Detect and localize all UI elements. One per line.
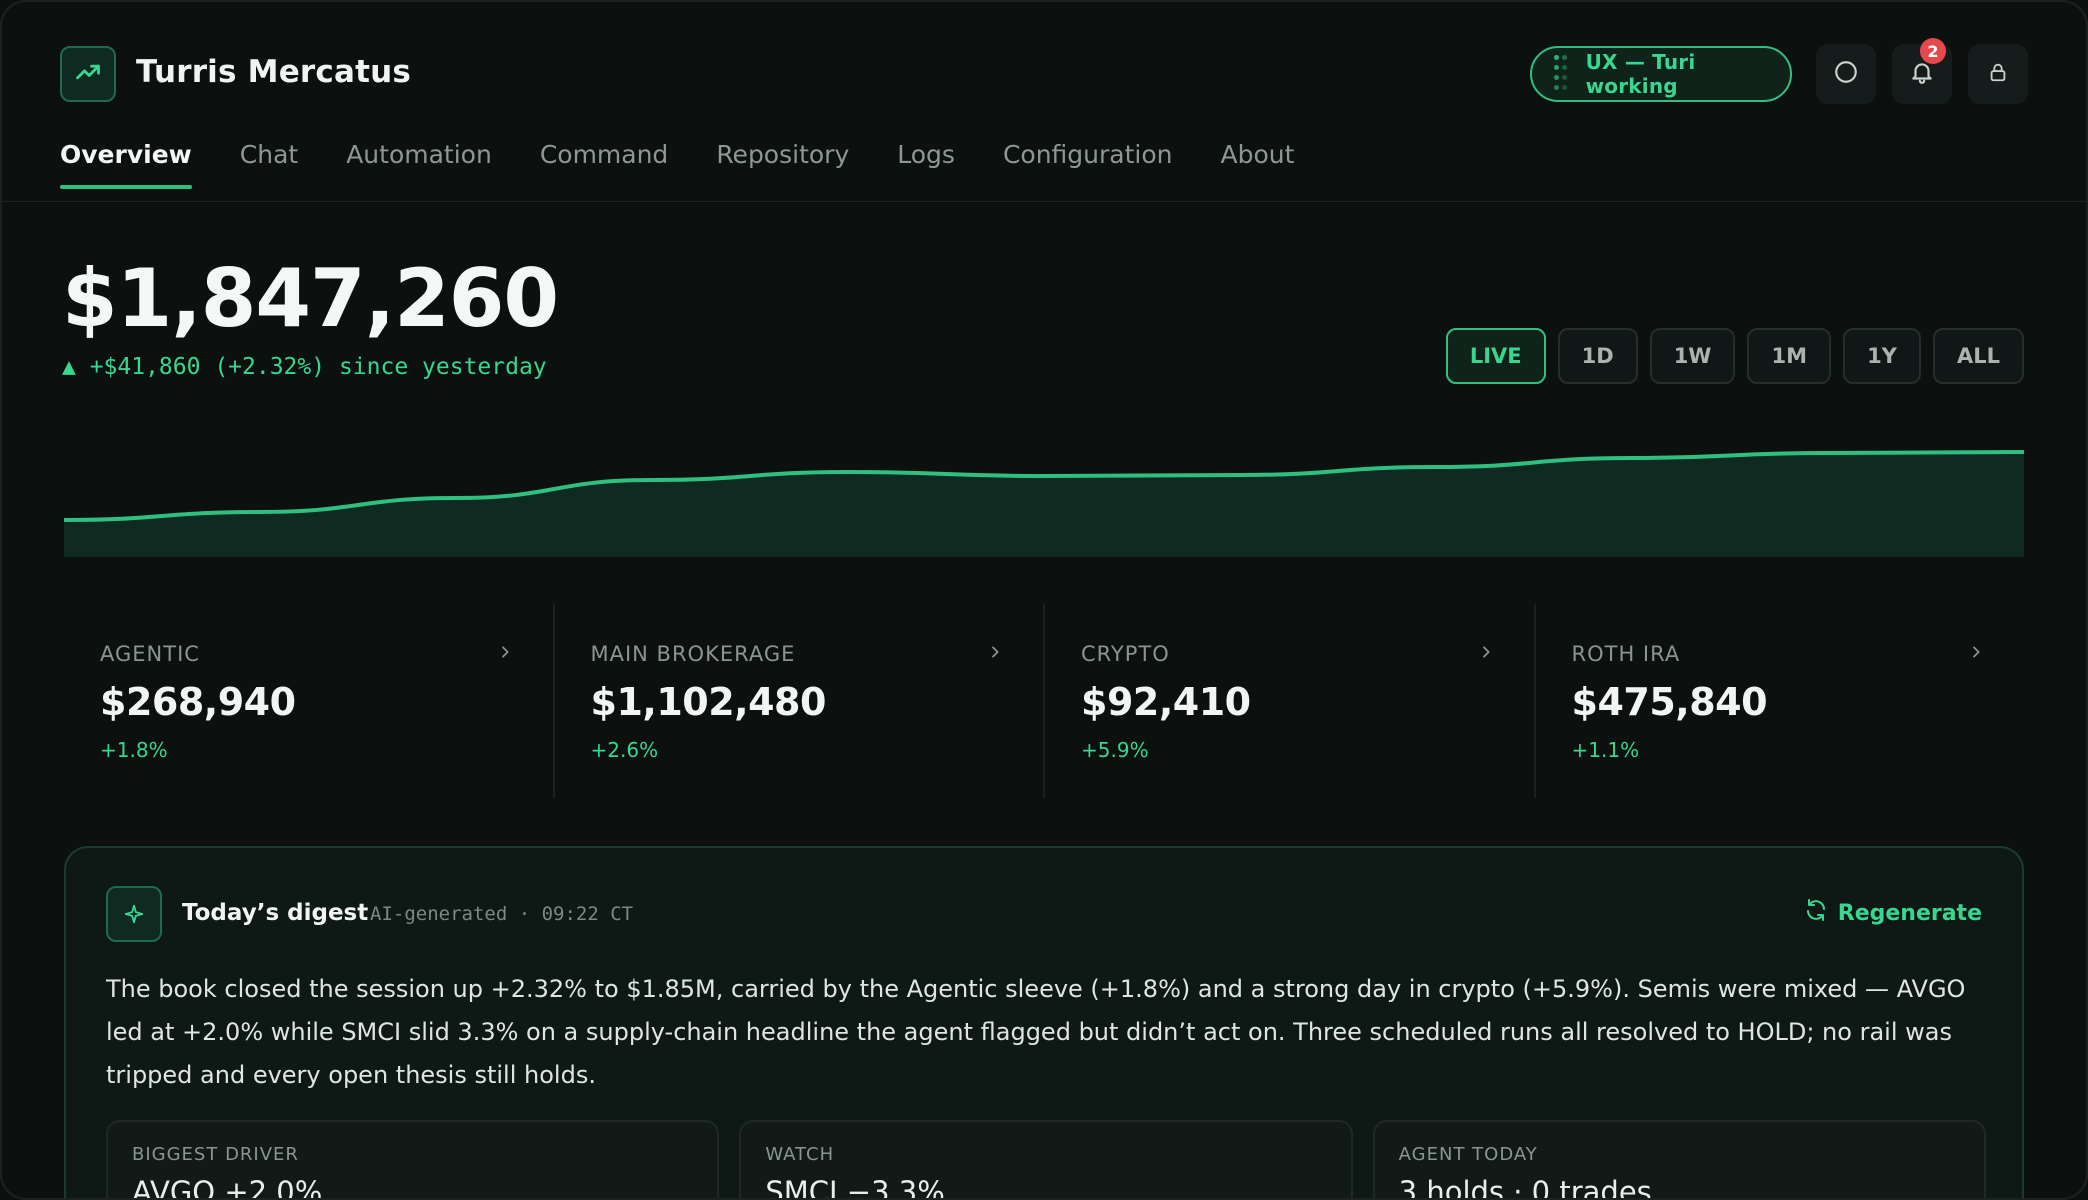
regenerate-label: Regenerate: [1837, 900, 1982, 926]
range-button-1w[interactable]: 1W: [1649, 328, 1736, 384]
account-name: CRYPTO: [1081, 642, 1170, 666]
tab-repository[interactable]: Repository: [716, 140, 849, 189]
digest-card-label: BIGGEST DRIVER: [132, 1144, 299, 1165]
chevron-right-icon: [497, 644, 513, 664]
range-button-all[interactable]: ALL: [1932, 328, 2024, 384]
lock-icon: [1987, 61, 2009, 87]
refresh-icon: [1804, 898, 1828, 928]
account-card[interactable]: ROTH IRA $475,840 +1.1%: [1536, 604, 2025, 798]
chevron-right-icon: [1968, 644, 1984, 664]
account-change: +1.8%: [100, 738, 168, 762]
app-window: Turris Mercatus UX — Turi working 2 Over…: [0, 0, 2088, 1200]
top-bar: Turris Mercatus UX — Turi working 2 Over…: [2, 2, 2086, 202]
daily-digest-panel: Today’s digest AI-generated · 09:22 CT R…: [64, 846, 2024, 1200]
digest-card-value: AVGO +2.0%: [132, 1175, 323, 1200]
main-tabs: Overview Chat Automation Command Repository L…: [60, 140, 1294, 189]
status-label: UX — Turi working: [1585, 50, 1696, 98]
account-card[interactable]: AGENTIC $268,940 +1.8%: [64, 604, 555, 798]
digest-card-value: 3 holds · 0 trades: [1398, 1175, 1652, 1200]
tab-overview[interactable]: Overview: [60, 140, 192, 189]
digest-title: Today’s digest: [182, 900, 369, 926]
account-change: +1.1%: [1571, 738, 1640, 762]
account-card[interactable]: CRYPTO $92,410 +5.9%: [1045, 604, 1536, 798]
portfolio-chart: [64, 450, 2024, 557]
account-name: MAIN BROKERAGE: [590, 642, 796, 666]
digest-summary: The book closed the session up +2.32% to…: [106, 975, 1966, 1089]
digest-meta: AI-generated · 09:22 CT: [370, 903, 634, 925]
account-change: +2.6%: [590, 738, 659, 762]
daily-change: ▲ +$41,860 (+2.32%) since yesterday: [62, 354, 547, 380]
range-button-1d[interactable]: 1D: [1557, 328, 1638, 384]
trending-up-icon: [74, 58, 102, 90]
account-value: $475,840: [1571, 680, 1768, 724]
sparkle-icon: [106, 886, 162, 942]
notification-count-badge: 2: [1920, 38, 1946, 64]
account-name: ROTH IRA: [1571, 642, 1681, 666]
portfolio-balance: $1,847,260: [62, 252, 559, 345]
account-value: $92,410: [1081, 680, 1251, 724]
account-value: $1,102,480: [590, 680, 827, 724]
regenerate-button[interactable]: Regenerate: [1804, 898, 1982, 928]
working-spinner-icon: [1554, 53, 1572, 95]
digest-card: AGENT TODAY 3 holds · 0 trades: [1372, 1120, 1986, 1200]
digest-cards: BIGGEST DRIVER AVGO +2.0% WATCH SMCI −3.3% A…: [106, 1120, 1986, 1200]
account-change: +5.9%: [1081, 738, 1149, 762]
notifications-button[interactable]: 2: [1892, 38, 1952, 104]
app-title: Turris Mercatus: [136, 54, 412, 90]
account-card[interactable]: MAIN BROKERAGE $1,102,480 +2.6%: [555, 604, 1045, 798]
chevron-right-icon: [987, 644, 1003, 664]
range-button-1y[interactable]: 1Y: [1842, 328, 1921, 384]
digest-card: BIGGEST DRIVER AVGO +2.0%: [106, 1120, 720, 1200]
range-button-1m[interactable]: 1M: [1747, 328, 1831, 384]
digest-card: WATCH SMCI −3.3%: [739, 1120, 1353, 1200]
tab-logs[interactable]: Logs: [897, 140, 955, 189]
tab-configuration[interactable]: Configuration: [1003, 140, 1173, 189]
account-value: $268,940: [100, 680, 296, 724]
circle-icon: [1833, 59, 1859, 89]
agent-status-pill[interactable]: UX — Turi working: [1530, 46, 1792, 102]
tab-command[interactable]: Command: [540, 140, 669, 189]
digest-card-label: WATCH: [765, 1144, 835, 1165]
account-summary-row: AGENTIC $268,940 +1.8% MAIN BROKERAGE $1,102…: [64, 604, 2024, 798]
chevron-right-icon: [1478, 644, 1494, 664]
lock-button[interactable]: [1968, 44, 2028, 104]
tab-automation[interactable]: Automation: [346, 140, 492, 189]
tab-chat[interactable]: Chat: [240, 140, 298, 189]
digest-card-label: AGENT TODAY: [1398, 1144, 1538, 1165]
time-range-selector: LIVE 1D 1W 1M 1Y ALL: [1445, 328, 2024, 384]
range-button-live[interactable]: LIVE: [1445, 328, 1546, 384]
app-logo[interactable]: [60, 46, 116, 102]
tab-about[interactable]: About: [1220, 140, 1294, 189]
theme-toggle-button[interactable]: [1816, 44, 1876, 104]
account-name: AGENTIC: [100, 642, 200, 666]
digest-card-value: SMCI −3.3%: [765, 1175, 945, 1200]
